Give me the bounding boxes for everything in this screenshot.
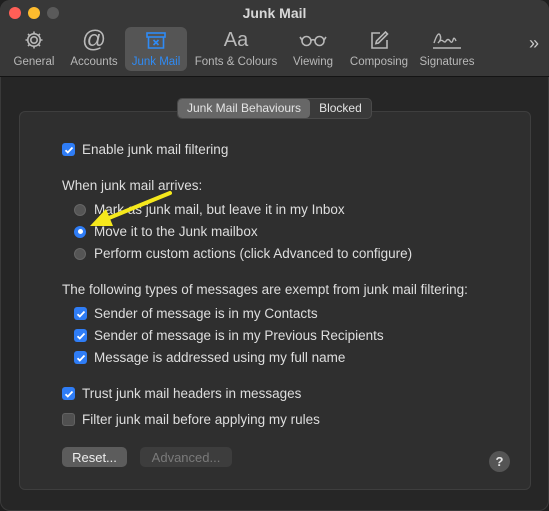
tab-viewing-label: Viewing	[292, 56, 334, 68]
exempt-previous-recipients-checkbox[interactable]: Sender of message is in my Previous Reci…	[74, 328, 384, 343]
tab-general-label: General	[13, 56, 55, 68]
signature-icon	[431, 27, 463, 53]
radio-unselected-icon	[74, 203, 86, 216]
settings-panel	[19, 111, 531, 490]
gear-icon	[23, 27, 45, 53]
toolbar-overflow-button[interactable]: »	[529, 33, 539, 54]
checkbox-unchecked-icon	[62, 413, 75, 426]
radio-custom-actions[interactable]: Perform custom actions (click Advanced t…	[74, 246, 412, 261]
junk-tray-icon	[144, 27, 168, 53]
exempt-contacts-checkbox[interactable]: Sender of message is in my Contacts	[74, 306, 318, 321]
exempt-contacts-label: Sender of message is in my Contacts	[94, 306, 318, 321]
exempt-heading: The following types of messages are exem…	[62, 282, 468, 297]
section-segmented-control: Junk Mail Behaviours Blocked	[177, 98, 372, 119]
checkbox-checked-icon	[62, 387, 75, 400]
enable-filtering-label: Enable junk mail filtering	[82, 142, 229, 157]
radio-move-to-junk-label: Move it to the Junk mailbox	[94, 224, 258, 239]
radio-unselected-icon	[74, 247, 86, 260]
tab-accounts[interactable]: @ Accounts	[66, 26, 122, 71]
tab-accounts-label: Accounts	[70, 56, 118, 68]
advanced-button[interactable]: Advanced...	[140, 447, 232, 467]
segment-blocked[interactable]: Blocked	[310, 99, 371, 118]
checkbox-checked-icon	[74, 351, 87, 364]
tab-composing-label: Composing	[349, 56, 409, 68]
at-sign-icon: @	[81, 26, 107, 53]
tab-general[interactable]: General	[8, 27, 60, 71]
exempt-previous-recipients-label: Sender of message is in my Previous Reci…	[94, 328, 384, 343]
tab-viewing[interactable]: Viewing	[287, 27, 339, 71]
tab-composing[interactable]: Composing	[344, 27, 414, 71]
filter-before-rules-checkbox[interactable]: Filter junk mail before applying my rule…	[62, 412, 320, 427]
radio-mark-as-junk-label: Mark as junk mail, but leave it in my In…	[94, 202, 345, 217]
help-button[interactable]: ?	[489, 451, 510, 472]
tab-signatures-label: Signatures	[419, 56, 475, 68]
radio-custom-actions-label: Perform custom actions (click Advanced t…	[94, 246, 413, 261]
radio-mark-as-junk[interactable]: Mark as junk mail, but leave it in my In…	[74, 202, 345, 217]
radio-selected-icon	[74, 225, 86, 238]
exempt-full-name-checkbox[interactable]: Message is addressed using my full name	[74, 350, 345, 365]
tab-junk-mail-label: Junk Mail	[131, 56, 181, 68]
checkbox-checked-icon	[74, 307, 87, 320]
arrival-heading: When junk mail arrives:	[62, 178, 203, 193]
trust-headers-checkbox[interactable]: Trust junk mail headers in messages	[62, 386, 301, 401]
segment-junk-mail-behaviours[interactable]: Junk Mail Behaviours	[178, 99, 311, 118]
glasses-icon	[299, 27, 327, 53]
trust-headers-label: Trust junk mail headers in messages	[82, 386, 302, 401]
tab-fonts-colours-label: Fonts & Colours	[194, 56, 278, 68]
window-title: Junk Mail	[242, 5, 307, 21]
radio-move-to-junk[interactable]: Move it to the Junk mailbox	[74, 224, 258, 239]
reset-button[interactable]: Reset...	[62, 447, 127, 467]
compose-icon	[368, 27, 390, 53]
filter-before-rules-label: Filter junk mail before applying my rule…	[82, 412, 320, 427]
tab-junk-mail[interactable]: Junk Mail	[125, 27, 187, 71]
titlebar: Junk Mail General @ Accounts Junk Mail A…	[0, 0, 549, 77]
font-aa-icon: Aa	[223, 28, 249, 51]
tab-fonts-colours[interactable]: Aa Fonts & Colours	[191, 27, 281, 71]
preferences-window: Junk Mail General @ Accounts Junk Mail A…	[0, 0, 549, 511]
checkbox-checked-icon	[62, 143, 75, 156]
exempt-full-name-label: Message is addressed using my full name	[94, 350, 346, 365]
checkbox-checked-icon	[74, 329, 87, 342]
tab-signatures[interactable]: Signatures	[418, 27, 476, 71]
enable-filtering-checkbox[interactable]: Enable junk mail filtering	[62, 142, 228, 157]
